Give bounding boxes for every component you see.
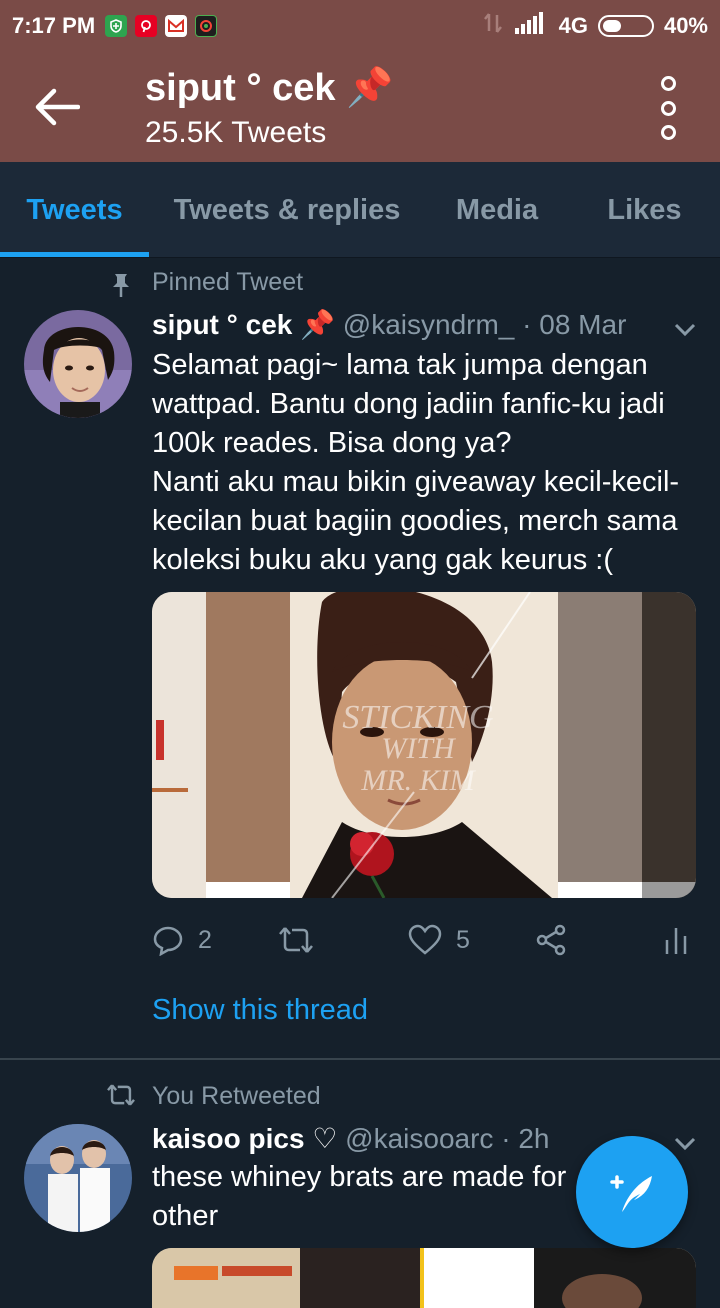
display-name[interactable]: kaisoo pics ♡ — [152, 1123, 337, 1154]
tweet-text-line: Selamat pagi~ lama tak jumpa dengan — [152, 349, 648, 381]
share-button[interactable] — [536, 920, 582, 960]
tweet-text-line: Nanti aku mau bikin giveaway kecil-kecil… — [152, 466, 680, 498]
retweet-icon — [107, 1084, 135, 1106]
retweet-context-label: You Retweeted — [152, 1082, 321, 1110]
avatar[interactable] — [24, 310, 132, 418]
avatar[interactable] — [24, 1124, 132, 1232]
tweet-media-image[interactable]: STICKING WITH MR. KIM — [152, 592, 696, 898]
like-button[interactable]: 5 — [408, 920, 470, 960]
chevron-down-icon[interactable] — [672, 1130, 698, 1156]
tab-tweets[interactable]: Tweets — [0, 162, 149, 258]
handle-and-time: @kaisyndrm_ · 08 Mar — [342, 309, 627, 340]
signal-icon — [514, 12, 549, 40]
data-transfer-icon — [481, 11, 505, 41]
tweet-text-line: koleksi buku aku yang gak keurus :( — [152, 544, 614, 576]
battery-percent: 40% — [663, 13, 708, 38]
retweet-icon — [279, 927, 313, 953]
dot-icon — [660, 100, 676, 116]
analytics-icon — [665, 928, 687, 954]
gmail-icon — [165, 15, 188, 37]
profile-header: siput ° cek 📌 25.5K Tweets — [0, 52, 720, 162]
tweet-body: Selamat pagi~ lama tak jumpa dengan watt… — [152, 346, 702, 580]
tweet-text-line: 100k reades. Bisa dong ya? — [152, 427, 512, 459]
share-icon — [536, 924, 566, 956]
pin-icon — [113, 274, 129, 297]
profile-title: siput ° cek 📌 — [145, 67, 394, 109]
media-overlay-text: MR. KIM — [360, 764, 476, 797]
network-label: 4G — [558, 13, 588, 38]
media-overlay-text: STICKING — [342, 699, 493, 736]
tweet-text-line: wattpad. Bantu dong jadiin fanfic-ku jad… — [152, 388, 665, 420]
tweet-header: siput ° cek 📌 @kaisyndrm_ · 08 Mar — [152, 308, 626, 341]
dot-icon — [660, 76, 676, 91]
tweet-header: kaisoo pics ♡ @kaisooarc · 2h — [152, 1122, 549, 1155]
heart-icon — [408, 924, 442, 955]
overflow-menu-button[interactable] — [648, 76, 688, 140]
pinned-label: Pinned Tweet — [152, 268, 304, 296]
pinterest-icon — [135, 15, 158, 37]
tweet-text-line: kecilan buat bagiin goodies, merch sama — [152, 505, 678, 537]
status-right: 4G 40% — [481, 11, 708, 41]
dot-icon — [660, 125, 676, 140]
display-name[interactable]: siput ° cek 📌 — [152, 309, 335, 340]
status-time: 7:17 PM — [12, 13, 96, 38]
handle-and-time: @kaisooarc · 2h — [345, 1123, 550, 1154]
battery-icon — [597, 15, 654, 37]
tab-media[interactable]: Media — [425, 162, 569, 258]
compose-feather-icon — [610, 1175, 652, 1212]
back-arrow-icon — [35, 88, 80, 126]
shield-icon — [105, 15, 128, 37]
profile-tabs: Tweets Tweets & replies Media Likes — [0, 162, 720, 258]
analytics-button[interactable] — [664, 920, 702, 960]
like-count: 5 — [456, 925, 470, 954]
reply-count: 2 — [198, 925, 212, 954]
show-thread-link[interactable]: Show this thread — [152, 994, 368, 1027]
tweet-actions: 2 5 — [152, 920, 696, 960]
tab-likes[interactable]: Likes — [569, 162, 720, 258]
media-overlay-text: WITH — [381, 732, 457, 765]
tweet-count: 25.5K Tweets — [145, 116, 327, 149]
reply-button[interactable]: 2 — [152, 920, 212, 960]
status-bar: 7:17 PM 4G 40% — [0, 0, 720, 52]
active-tab-indicator — [0, 252, 149, 257]
app-icon — [195, 15, 218, 37]
compose-tweet-button[interactable] — [576, 1136, 688, 1248]
pinned-tweet[interactable]: Pinned Tweet siput ° cek 📌 @kaisyndrm_ ·… — [0, 258, 720, 1058]
retweet-button[interactable] — [278, 920, 328, 960]
tweet-media-image[interactable] — [152, 1248, 696, 1308]
reply-icon — [153, 926, 183, 956]
back-button[interactable] — [26, 82, 86, 132]
tab-tweets-replies[interactable]: Tweets & replies — [149, 162, 425, 258]
chevron-down-icon[interactable] — [672, 316, 698, 342]
